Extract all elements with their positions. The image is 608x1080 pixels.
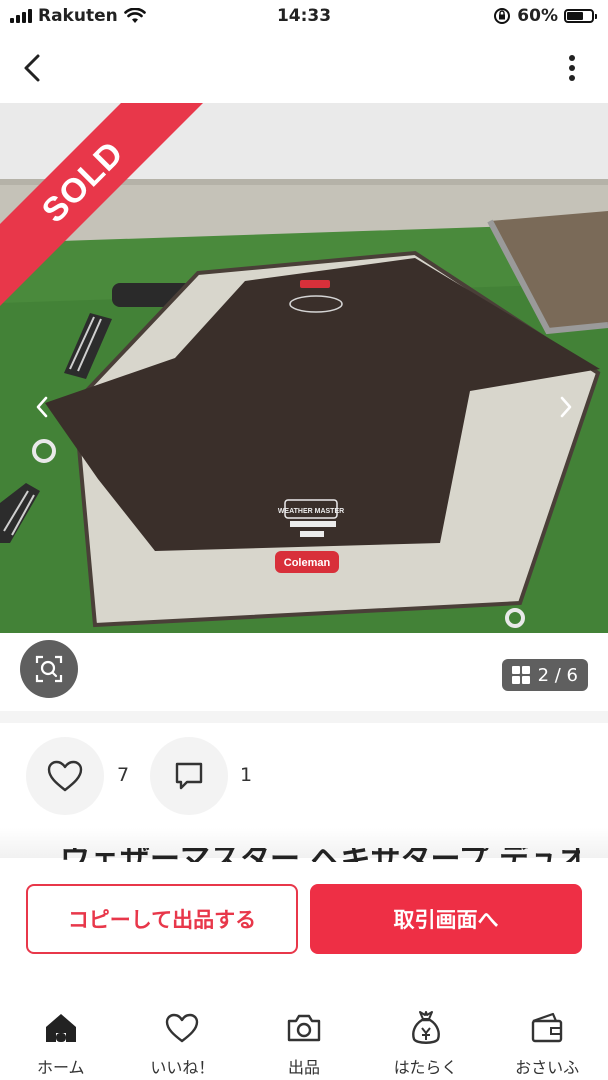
item-title: ウェザーマスター ヘキサタープ デュオ プロ [60,848,580,862]
tab-wallet-label: おさいふ [515,1058,580,1077]
previous-photo-icon[interactable] [30,390,54,424]
like-count: 7 [117,764,130,786]
tab-sell-label: 出品 [287,1058,320,1077]
back-chevron-icon[interactable] [16,50,52,86]
money-bag-icon [411,1011,440,1044]
item-title-peek: ウェザーマスター ヘキサタープ デュオ プロ [60,848,580,862]
tab-home-label: ホーム [37,1058,85,1077]
sold-band: SOLD [0,103,210,313]
photo-counter[interactable]: 2 / 6 [501,659,588,691]
tab-likes[interactable]: いいね！ [122,996,244,1080]
battery-group: 60% [493,6,597,26]
grid-icon [511,666,530,684]
camera-icon [287,1014,321,1042]
like-button[interactable] [26,737,104,815]
tab-bar: ホーム いいね！ 出品 はたらく おさいふ [0,996,608,1080]
comment-count: 1 [240,764,253,786]
comment-button[interactable] [150,737,228,815]
home-icon [45,1014,76,1042]
tarp-brand-mark: Coleman [284,557,331,569]
image-search-button[interactable] [20,640,78,698]
section-divider [0,711,608,723]
status-bar: Rakuten 14:33 60% [0,0,608,36]
battery-percent: 60% [517,6,558,26]
tab-work-label: はたらく [393,1058,458,1077]
nav-header [0,36,608,102]
sold-label: SOLD [34,133,131,230]
tarp-model-mark: WEATHER MASTER [278,508,344,515]
tab-wallet[interactable]: おさいふ [486,996,608,1080]
comment-icon [175,762,203,790]
orientation-lock-icon [494,8,511,24]
battery-icon [564,9,597,23]
tab-likes-label: いいね！ [150,1058,215,1077]
wallet-icon [531,1012,563,1043]
image-search-icon [35,655,63,683]
photo-counter-text: 2 / 6 [537,664,578,686]
tab-work[interactable]: はたらく [365,996,487,1080]
heart-icon [166,1013,199,1043]
copy-listing-button[interactable]: コピーして出品する [26,884,298,954]
more-options-icon[interactable] [564,54,580,82]
next-photo-icon[interactable] [554,390,578,424]
sold-ribbon: SOLD [0,103,210,313]
heart-icon [47,760,83,792]
tab-sell[interactable]: 出品 [243,996,365,1080]
go-to-trade-button[interactable]: 取引画面へ [310,884,582,954]
tab-home[interactable]: ホーム [0,996,122,1080]
